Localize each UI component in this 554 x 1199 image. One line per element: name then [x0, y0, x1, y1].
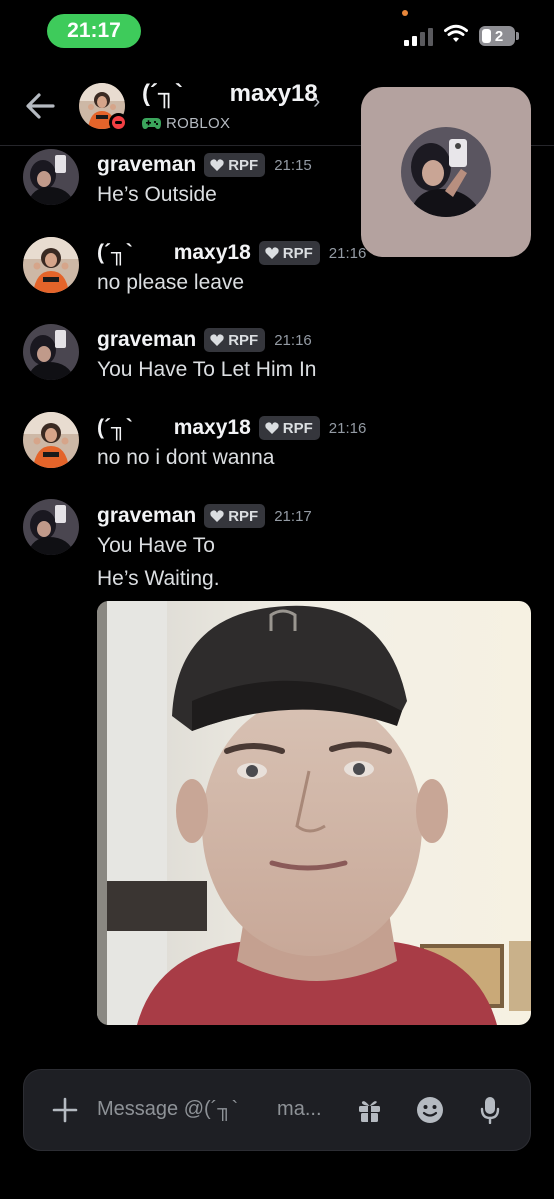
message-username[interactable]: (´╖` maxy18	[97, 416, 251, 440]
emoji-icon[interactable]	[416, 1096, 444, 1124]
heart-icon	[265, 247, 279, 259]
message-header: (´╖` maxy18 RPF 21:16	[97, 415, 366, 441]
heart-icon	[210, 510, 224, 522]
role-tag[interactable]: RPF	[204, 504, 266, 528]
header-username[interactable]: (´╖` maxy18	[142, 80, 318, 108]
message-composer: Message @(´╖` ma...	[23, 1069, 531, 1151]
image-attachment[interactable]	[97, 601, 531, 1025]
message-avatar[interactable]	[23, 412, 79, 468]
battery-indicator: 2	[479, 26, 515, 46]
message-header: graveman RPF 21:16	[97, 327, 312, 353]
chevron-right-icon[interactable]: ›	[313, 88, 320, 114]
message-timestamp: 21:16	[328, 419, 367, 437]
activity-game-name: ROBLOX	[166, 115, 231, 132]
message-username[interactable]: graveman	[97, 328, 196, 352]
role-tag[interactable]: RPF	[258, 416, 320, 440]
message-header: graveman RPF 21:15	[97, 152, 312, 178]
role-tag-label: RPF	[228, 507, 259, 525]
message-timestamp: 21:15	[274, 156, 312, 174]
message-avatar[interactable]	[23, 237, 79, 293]
message-avatar[interactable]	[23, 149, 79, 205]
pip-avatar	[401, 127, 491, 217]
role-tag-label: RPF	[282, 244, 313, 262]
message-text: You Have To	[97, 534, 215, 557]
role-tag[interactable]: RPF	[258, 241, 320, 265]
plus-icon[interactable]	[51, 1096, 79, 1124]
role-tag-label: RPF	[282, 419, 313, 437]
heart-icon	[210, 334, 224, 346]
message-username[interactable]: graveman	[97, 504, 196, 528]
message-input[interactable]: Message @(´╖` ma...	[97, 1098, 322, 1121]
message-timestamp: 21:17	[274, 507, 312, 525]
do-not-disturb-status-icon	[109, 113, 128, 132]
cellular-signal-icon	[404, 28, 434, 46]
wifi-icon	[444, 24, 468, 42]
message-username[interactable]: graveman	[97, 153, 196, 177]
message-text: You Have To Let Him In	[97, 358, 317, 381]
message-text: He’s Waiting.	[97, 567, 220, 590]
role-tag[interactable]: RPF	[204, 328, 266, 352]
battery-cap	[516, 32, 519, 40]
message-username[interactable]: (´╖` maxy18	[97, 241, 251, 265]
message-text: He’s Outside	[97, 183, 217, 206]
message-header: graveman RPF 21:17	[97, 503, 312, 529]
battery-level: 2	[494, 27, 504, 45]
microphone-icon[interactable]	[480, 1096, 500, 1124]
gift-icon[interactable]	[357, 1098, 382, 1123]
heart-icon	[210, 159, 224, 171]
status-time: 21:17	[47, 14, 141, 48]
message-text: no no i dont wanna	[97, 446, 275, 469]
message-text: no please leave	[97, 271, 245, 294]
activity-status: ROBLOX	[142, 115, 230, 132]
message-header: (´╖` maxy18 RPF 21:16	[97, 240, 366, 266]
call-pip-window[interactable]	[361, 87, 531, 257]
back-arrow-icon[interactable]	[24, 92, 56, 120]
role-tag-label: RPF	[228, 331, 259, 349]
gamepad-icon	[142, 118, 161, 129]
privacy-indicator-dot	[402, 10, 408, 16]
message-avatar[interactable]	[23, 499, 79, 555]
message-timestamp: 21:16	[274, 331, 312, 349]
message-timestamp: 21:16	[328, 244, 367, 262]
role-tag[interactable]: RPF	[204, 153, 266, 177]
heart-icon	[265, 422, 279, 434]
role-tag-label: RPF	[228, 156, 259, 174]
message-avatar[interactable]	[23, 324, 79, 380]
